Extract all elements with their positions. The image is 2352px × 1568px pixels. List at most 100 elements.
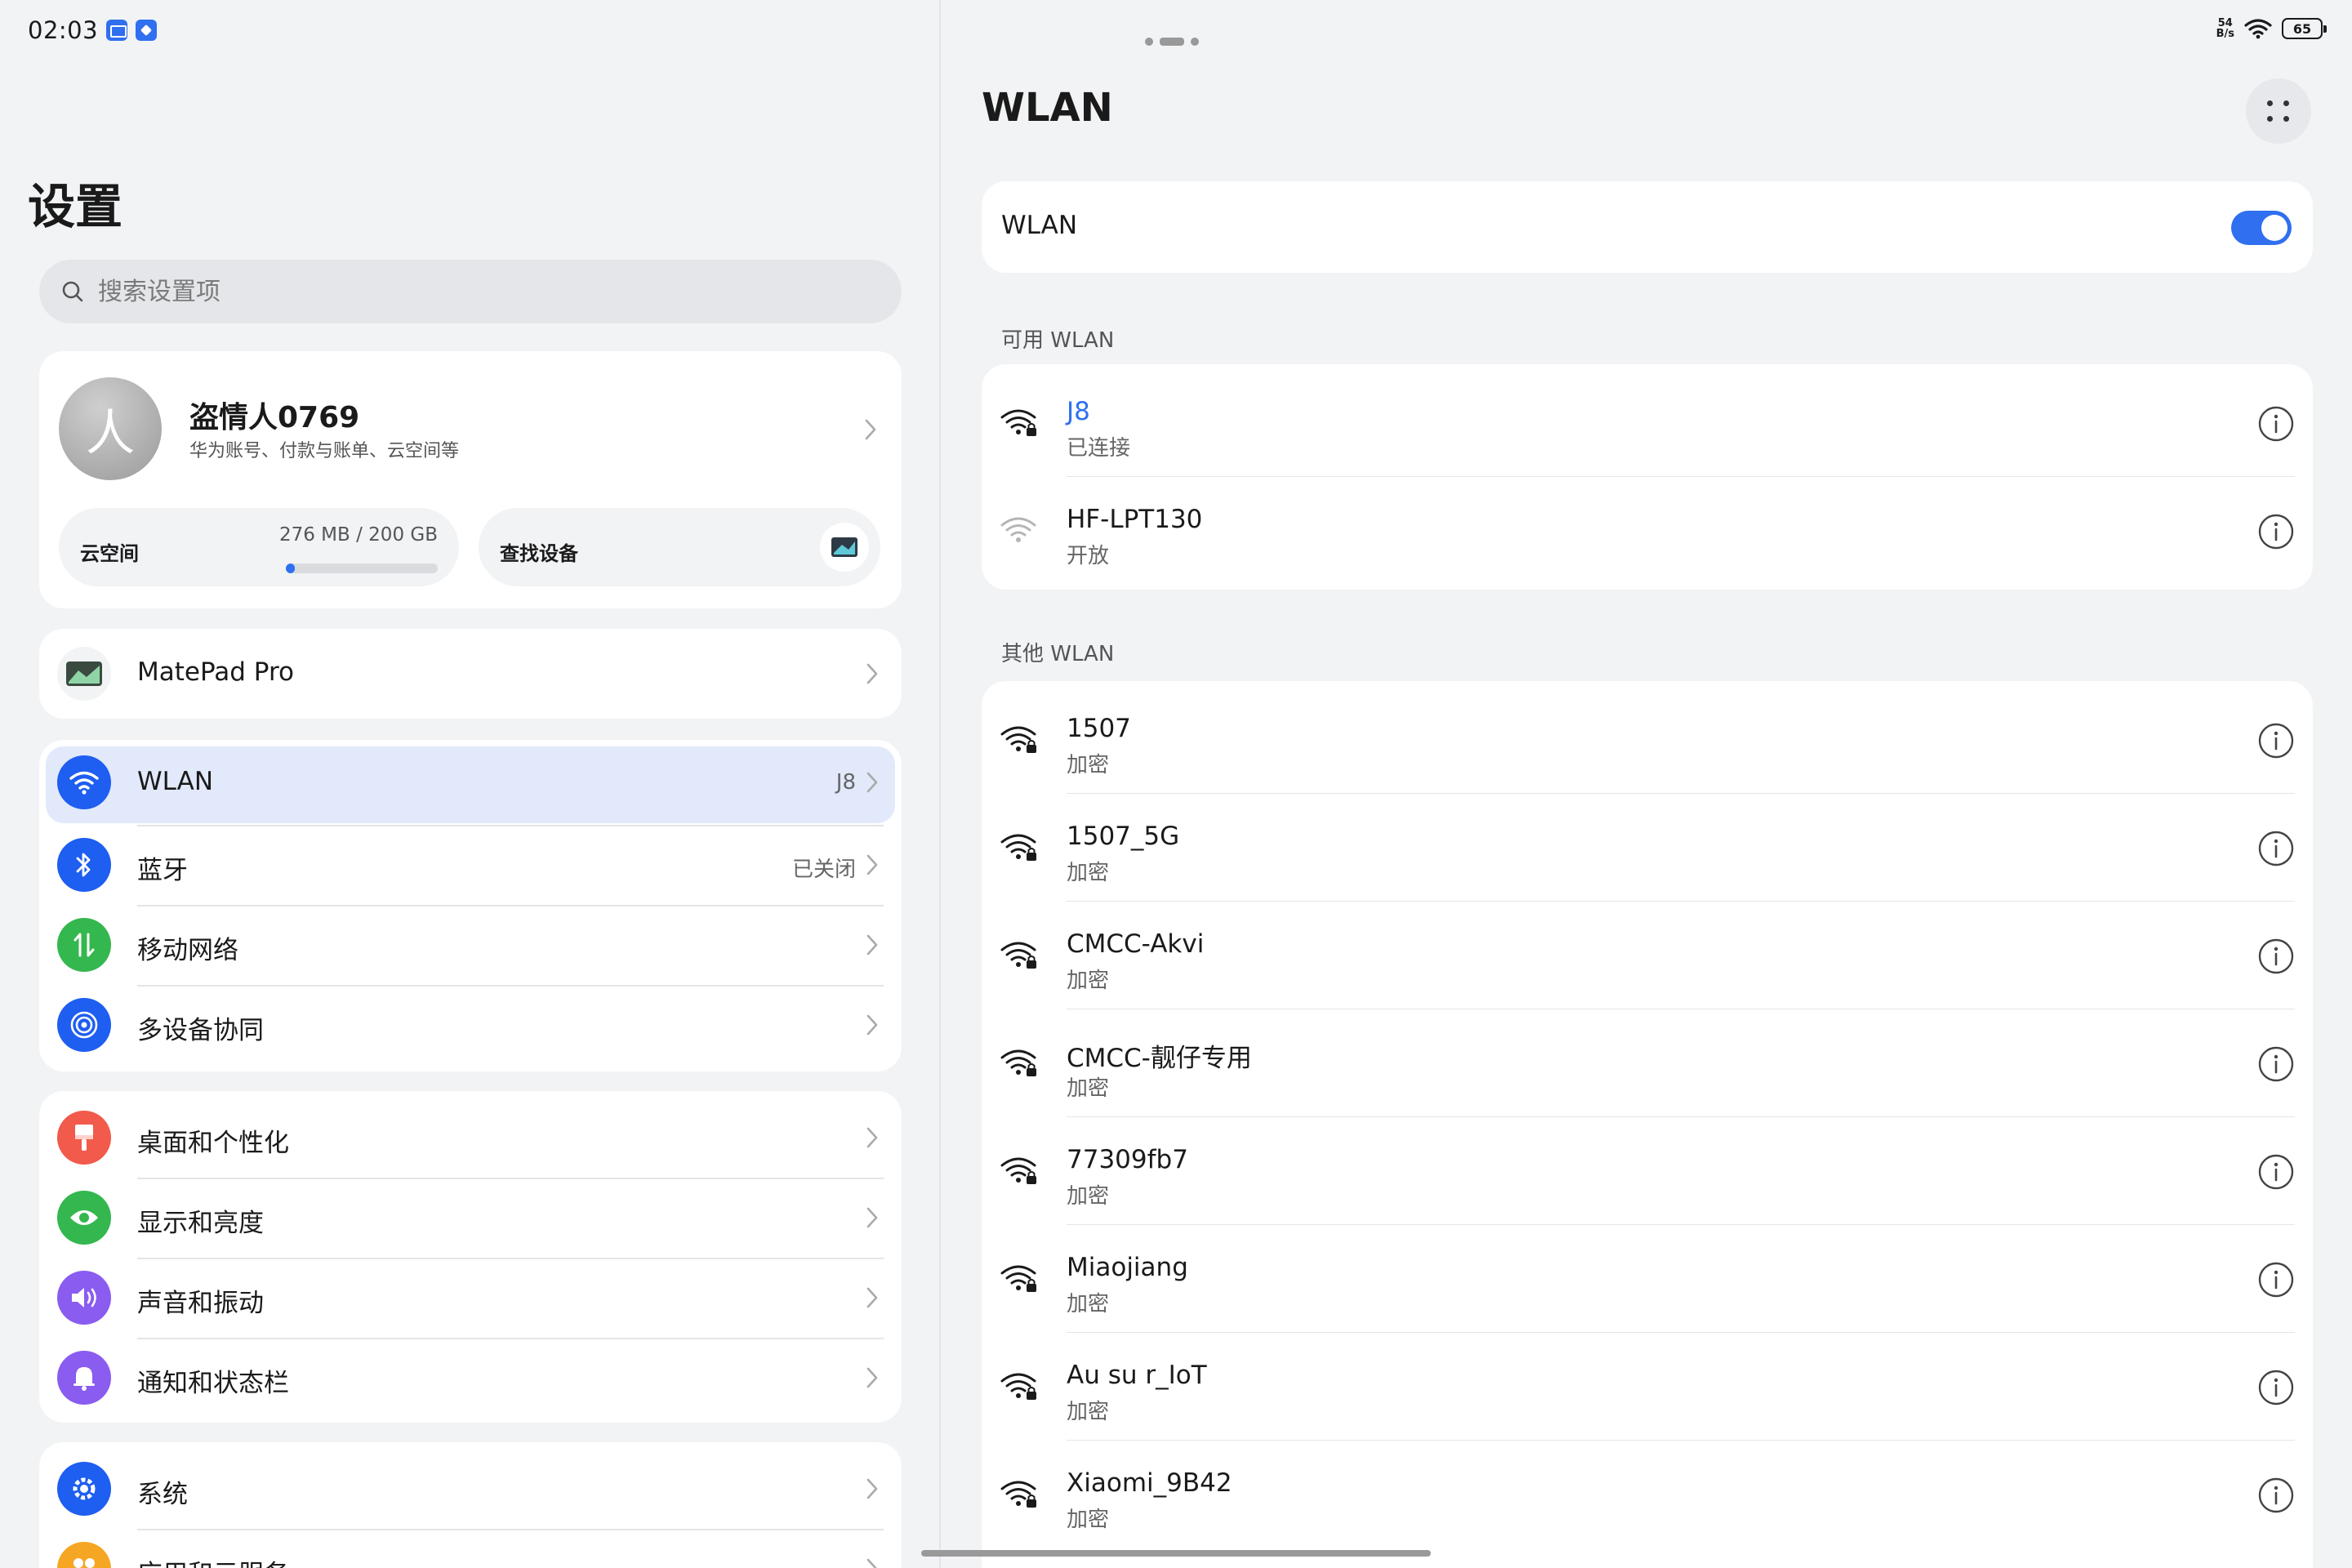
info-icon[interactable] bbox=[2257, 513, 2295, 554]
brush-icon bbox=[57, 1111, 111, 1165]
info-icon[interactable] bbox=[2257, 938, 2295, 978]
system-gear-icon bbox=[57, 1462, 111, 1516]
settings-item-multi-device[interactable]: 多设备协同 bbox=[39, 985, 902, 1065]
search-input[interactable] bbox=[98, 277, 833, 306]
wifi-network-row[interactable]: 1507 加密 bbox=[982, 686, 2313, 794]
settings-item-system[interactable]: 系统 bbox=[39, 1449, 902, 1529]
split-handle[interactable] bbox=[1145, 38, 1199, 46]
network-status: 加密 bbox=[1067, 861, 1110, 885]
network-ssid: 1507 bbox=[1067, 714, 1131, 743]
settings-item-notifications[interactable]: 通知和状态栏 bbox=[39, 1338, 902, 1418]
settings-item-bluetooth[interactable]: 蓝牙 已关闭 bbox=[39, 825, 902, 905]
wlan-page-title: WLAN bbox=[982, 85, 1113, 131]
find-device-label: 查找设备 bbox=[500, 542, 578, 565]
wifi-network-row[interactable]: 77309fb7 加密 bbox=[982, 1117, 2313, 1225]
info-icon[interactable] bbox=[2257, 830, 2295, 871]
info-icon[interactable] bbox=[2257, 1261, 2295, 1302]
wifi-network-row[interactable]: CMCC-靓仔专用 加密 bbox=[982, 1009, 2313, 1117]
multi-device-icon bbox=[57, 998, 111, 1052]
account-card[interactable]: 人 盗情人0769 华为账号、付款与账单、云空间等 云空间 276 MB / 2… bbox=[39, 351, 902, 608]
network-status: 加密 bbox=[1067, 969, 1110, 993]
wifi-icon bbox=[57, 755, 111, 809]
cloud-space-label: 云空间 bbox=[80, 542, 139, 565]
network-status: 已连接 bbox=[1067, 436, 1131, 461]
mobile-network-icon bbox=[57, 918, 111, 972]
search-bar[interactable] bbox=[39, 260, 902, 323]
settings-item-label: 多设备协同 bbox=[137, 1016, 264, 1045]
wifi-network-row[interactable]: HF-LPT130 开放 bbox=[982, 477, 2313, 585]
available-wlan-header: 可用 WLAN bbox=[1001, 328, 1115, 353]
find-device-button[interactable]: 查找设备 bbox=[479, 508, 880, 586]
wlan-toggle-label: WLAN bbox=[1001, 211, 1078, 240]
network-status: 加密 bbox=[1067, 1400, 1110, 1424]
wlan-toggle-switch[interactable] bbox=[2231, 211, 2292, 245]
wlan-toggle-card: WLAN bbox=[982, 181, 2313, 273]
settings-item-wlan[interactable]: WLAN J8 bbox=[39, 740, 902, 825]
wifi-network-row[interactable]: 1507_5G 加密 bbox=[982, 794, 2313, 902]
network-ssid: Xiaomi_9B42 bbox=[1067, 1468, 1232, 1498]
info-icon[interactable] bbox=[2257, 1153, 2295, 1194]
more-options-button[interactable] bbox=[2246, 78, 2311, 144]
network-status: 加密 bbox=[1067, 1184, 1110, 1209]
more-icon bbox=[2267, 100, 2273, 106]
cloud-space-button[interactable]: 云空间 276 MB / 200 GB bbox=[59, 508, 459, 586]
tablet-icon bbox=[57, 647, 111, 701]
chevron-right-icon bbox=[866, 663, 878, 684]
home-indicator[interactable] bbox=[921, 1550, 1431, 1557]
wifi-network-row[interactable]: CMCC-Akvi 加密 bbox=[982, 902, 2313, 1009]
chevron-right-icon bbox=[866, 1367, 878, 1388]
divider bbox=[137, 1178, 884, 1179]
device-row[interactable]: MatePad Pro bbox=[39, 629, 902, 719]
settings-item-value: 已关闭 bbox=[791, 858, 856, 882]
settings-item-label: 桌面和个性化 bbox=[137, 1129, 289, 1158]
divider bbox=[137, 1529, 884, 1530]
chevron-right-icon bbox=[866, 1127, 878, 1148]
chevron-right-icon bbox=[866, 1558, 877, 1568]
info-icon[interactable] bbox=[2257, 722, 2295, 763]
settings-item-label: 通知和状态栏 bbox=[137, 1369, 289, 1398]
info-icon[interactable] bbox=[2257, 1477, 2295, 1517]
chevron-right-icon bbox=[866, 772, 878, 793]
wifi-locked-icon bbox=[1000, 1370, 1039, 1406]
settings-item-apps[interactable]: 应用和元服务 bbox=[39, 1529, 902, 1568]
wifi-network-row[interactable]: J8 已连接 bbox=[982, 369, 2313, 477]
network-status: 开放 bbox=[1067, 544, 1110, 568]
wifi-locked-icon bbox=[1000, 1263, 1039, 1298]
search-icon bbox=[62, 281, 83, 302]
settings-item-display[interactable]: 显示和亮度 bbox=[39, 1178, 902, 1258]
chevron-right-icon bbox=[866, 1287, 878, 1308]
wifi-locked-icon bbox=[1000, 407, 1039, 443]
divider bbox=[137, 1338, 884, 1339]
settings-item-desktop[interactable]: 桌面和个性化 bbox=[39, 1098, 902, 1178]
info-icon[interactable] bbox=[2257, 405, 2295, 446]
settings-item-label: 移动网络 bbox=[137, 936, 238, 965]
network-status: 加密 bbox=[1067, 1508, 1110, 1532]
network-ssid: CMCC-靓仔专用 bbox=[1067, 1044, 1252, 1073]
wifi-locked-icon bbox=[1000, 1155, 1039, 1191]
wifi-network-row[interactable]: Xiaomi_9B42 加密 bbox=[982, 1441, 2313, 1548]
settings-item-label: 蓝牙 bbox=[137, 856, 188, 885]
cloud-usage-bar bbox=[286, 564, 438, 573]
network-ssid: HF-LPT130 bbox=[1067, 505, 1203, 534]
other-networks-list: 1507 加密 1507_5G 加密 CMCC-Akvi 加密 CMCC-靓仔专用 加密 773… bbox=[982, 681, 2313, 1568]
eye-icon bbox=[57, 1191, 111, 1245]
device-label: MatePad Pro bbox=[137, 657, 294, 687]
wifi-network-row[interactable]: Miaojiang 加密 bbox=[982, 1225, 2313, 1333]
avatar[interactable]: 人 bbox=[59, 377, 162, 480]
device-card[interactable]: MatePad Pro bbox=[39, 629, 902, 719]
wifi-locked-icon bbox=[1000, 724, 1039, 760]
info-icon[interactable] bbox=[2257, 1045, 2295, 1086]
apps-icon bbox=[57, 1542, 111, 1568]
wifi-network-row[interactable]: Au su r_IoT 加密 bbox=[982, 1333, 2313, 1441]
settings-item-label: 应用和元服务 bbox=[137, 1553, 289, 1568]
settings-item-sound[interactable]: 声音和振动 bbox=[39, 1258, 902, 1338]
bell-icon bbox=[57, 1351, 111, 1405]
settings-item-mobile-network[interactable]: 移动网络 bbox=[39, 905, 902, 985]
connectivity-group: WLAN J8 蓝牙 已关闭 移动网络 多设备协同 bbox=[39, 740, 902, 1071]
network-ssid: CMCC-Akvi bbox=[1067, 929, 1205, 959]
divider bbox=[137, 825, 884, 826]
settings-pane: 设置 人 盗情人0769 华为账号、付款与账单、云空间等 云空间 276 MB … bbox=[0, 0, 939, 1568]
chevron-right-icon bbox=[865, 419, 876, 440]
personalization-group: 桌面和个性化 显示和亮度 声音和振动 通知和状态栏 bbox=[39, 1091, 902, 1423]
info-icon[interactable] bbox=[2257, 1369, 2295, 1410]
